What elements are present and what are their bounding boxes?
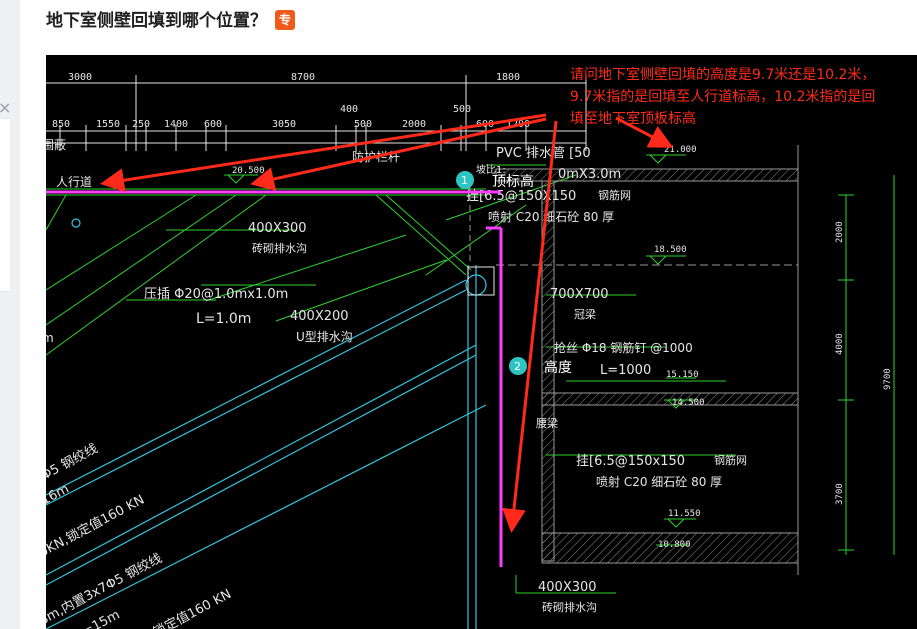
label-hang-mesh2: 挂[6.5@150x150 (576, 454, 685, 469)
anchor-lines (46, 218, 487, 629)
expert-badge: 专 (275, 10, 296, 30)
dim-2-9: 500 (453, 104, 471, 115)
label-strand1-len: 16m (46, 482, 72, 509)
elev-road: 20.500 (232, 166, 265, 176)
label-u-drain-name: U型排水沟 (296, 330, 353, 344)
elev-2: 15.150 (666, 370, 699, 380)
label-nail-len: L=1.0m (196, 311, 251, 327)
right-dimensions (838, 175, 895, 555)
label-fence: 围蔽 (46, 138, 66, 152)
dim-top-0: 3000 (68, 72, 92, 83)
ground-structures (46, 164, 736, 594)
top-dimensions (46, 75, 587, 151)
capping-beam (467, 266, 495, 296)
label-drain-bottom-size: 400X300 (538, 580, 597, 595)
label-drain-top-name: 砖砌排水沟 (252, 241, 307, 255)
side-panel (0, 118, 10, 292)
label-mesh2: 钢筋网 (714, 453, 747, 467)
right-dim-total: 9700 (883, 368, 893, 390)
label-pvc-pipe: PVC 排水管 [50 (496, 146, 591, 161)
label-u-drain-size: 400X200 (290, 309, 349, 324)
dim-2-8: 2000 (402, 119, 426, 130)
elev-top: 21.000 (664, 145, 697, 155)
annotation-line2: 9.7米指的是回填至人行道标高，10.2米指的是回 (570, 88, 875, 105)
label-spray2: 喷射 C20 细石砼 80 厚 (596, 474, 722, 489)
label-pipe-spec: 0mX3.0m (558, 167, 621, 182)
dim-top-2: 1800 (496, 72, 520, 83)
label-strand1: Φ5 钢绞线 (46, 440, 100, 483)
label-lock1: 0KN,锁定值160 KN (46, 492, 147, 561)
elev-3: 14.500 (672, 398, 705, 408)
marker-1: 1 顶标高 (456, 171, 534, 190)
marker-1-number: 1 (461, 174, 468, 187)
close-icon[interactable]: × (0, 98, 11, 117)
elev-4: 11.550 (668, 509, 701, 519)
label-anchor-len: L=1000 (600, 363, 651, 378)
marker-1-label: 顶标高 (492, 173, 534, 190)
label-lock2: 锁定值160 KN (150, 586, 234, 629)
left-gutter (0, 0, 20, 629)
label-anchor: 抢丝 Φ18 钢筋钉 @1000 (554, 340, 693, 355)
right-dim-3: 3700 (835, 483, 845, 505)
annotation-text: 请问地下室侧壁回填的高度是9.7米还是10.2米， 9.7米指的是回填至人行道标… (570, 66, 875, 127)
right-dimension-text: 2000 4000 3700 9700 (835, 221, 893, 505)
marker-2-number: 2 (514, 360, 521, 373)
dim-top-1: 8700 (291, 72, 315, 83)
marker-2-label: 高度 (544, 359, 572, 376)
dim-2-4: 600 (204, 119, 222, 130)
annotation-line1: 请问地下室侧壁回填的高度是9.7米还是10.2米， (570, 66, 875, 83)
question-title-text: 地下室侧壁回填到哪个位置？ (46, 11, 267, 31)
label-beam-name: 冠梁 (574, 307, 596, 321)
right-dim-1: 2000 (835, 221, 845, 243)
dim-2-0: 850 (52, 119, 70, 130)
dim-2-1: 1550 (96, 119, 120, 130)
dim-2-3: 1400 (164, 119, 188, 130)
dim-2-7: 500 (354, 119, 372, 130)
dim-2-5: 3050 (272, 119, 296, 130)
dim-2-6: 400 (340, 104, 358, 115)
label-mesh: 钢筋网 (598, 188, 631, 202)
label-left-m: m (46, 331, 54, 345)
right-dim-2: 4000 (835, 333, 845, 355)
question-title: 地下室侧壁回填到哪个位置？ 专 (46, 6, 296, 31)
label-sidewalk: 人行道 (56, 175, 92, 189)
label-waist-beam: 腰梁 (536, 416, 558, 430)
label-spray: 喷射 C20 细石砼 80 厚 (488, 209, 614, 224)
label-nail: 压插 Φ20@1.0mx1.0m (144, 287, 288, 302)
cad-drawing: 3000 8700 1800 850 1550 250 1400 600 305… (46, 55, 917, 629)
dim-2-2: 250 (132, 119, 150, 130)
marker-2: 2 高度 (509, 357, 572, 376)
top-dimension-text: 3000 8700 1800 850 1550 250 1400 600 305… (52, 72, 530, 130)
elev-1: 18.500 (654, 245, 687, 255)
label-drain-bottom-name: 砖砌排水沟 (542, 600, 597, 614)
label-drain-top-size: 400X300 (248, 221, 307, 236)
cad-canvas: 3000 8700 1800 850 1550 250 1400 600 305… (46, 66, 895, 629)
label-beam-size: 700X700 (550, 287, 609, 302)
elev-5: 10.800 (658, 540, 691, 550)
annotation-line3: 填至地下室顶板标高 (570, 110, 696, 127)
